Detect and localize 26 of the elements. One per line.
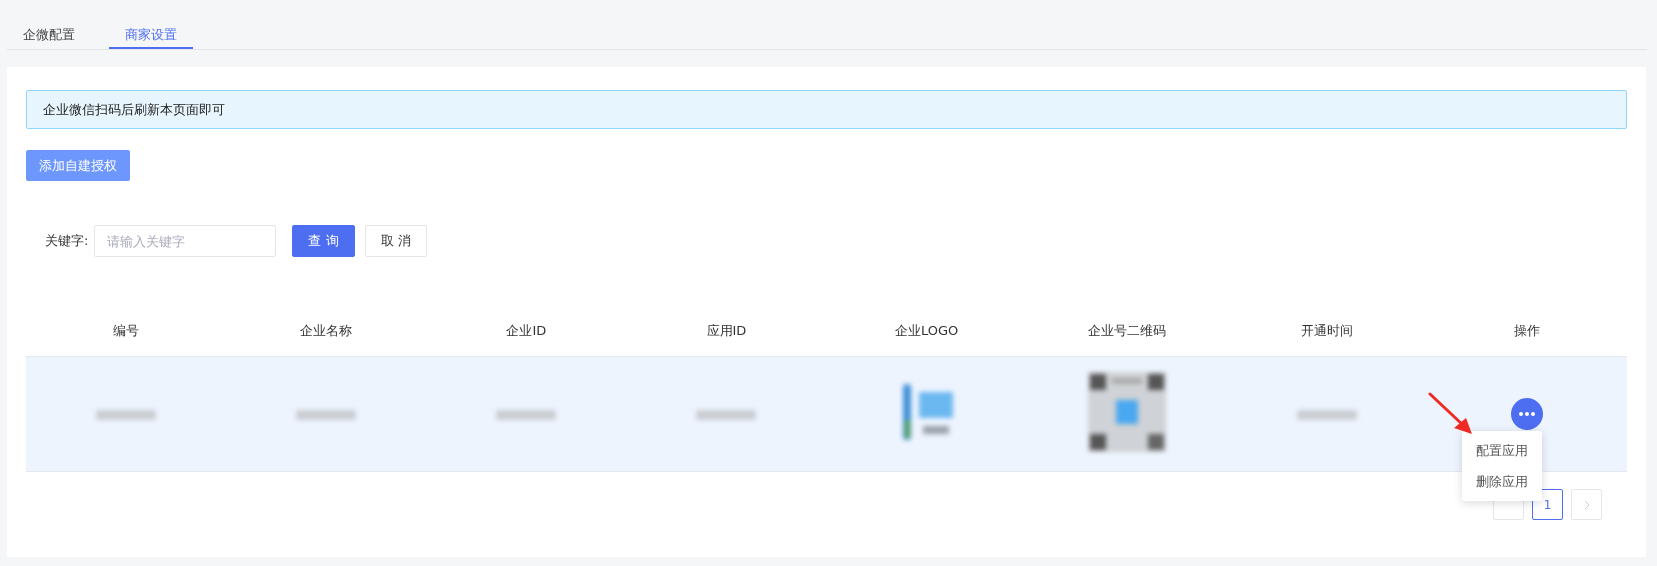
more-icon <box>1518 412 1535 416</box>
search-button[interactable]: 查 询 <box>292 225 355 257</box>
column-header: 开通时间 <box>1300 323 1353 338</box>
redacted-text <box>96 409 157 420</box>
info-alert: 企业微信扫码后刷新本页面即可 <box>26 90 1627 129</box>
annotation-arrow <box>1428 392 1472 434</box>
column-header: 操作 <box>1513 323 1540 338</box>
column-header: 应用ID <box>706 323 747 338</box>
menu-item[interactable]: 配置应用 <box>1462 435 1542 466</box>
chevron-right-icon <box>1583 499 1590 510</box>
more-button[interactable] <box>1510 398 1543 430</box>
keyword-input[interactable]: 请输入关键字 <box>94 225 277 257</box>
redacted-text <box>496 409 557 420</box>
cancel-button[interactable]: 取 消 <box>364 225 427 257</box>
tab[interactable]: 商家设置 <box>109 12 193 49</box>
tab[interactable]: 企微配置 <box>7 12 91 49</box>
column-header: 企业名称 <box>300 323 353 338</box>
keyword-label: 关键字: <box>45 232 89 250</box>
column-header: 企业号二维码 <box>1087 323 1166 338</box>
next-page-button[interactable] <box>1571 489 1602 520</box>
column-header: 编号 <box>113 323 140 338</box>
column-header: 企业LOGO <box>894 323 959 338</box>
redacted-text <box>696 409 757 420</box>
column-header: 企业ID <box>506 323 547 338</box>
redacted-text <box>1296 409 1357 420</box>
redacted-text <box>296 409 357 420</box>
